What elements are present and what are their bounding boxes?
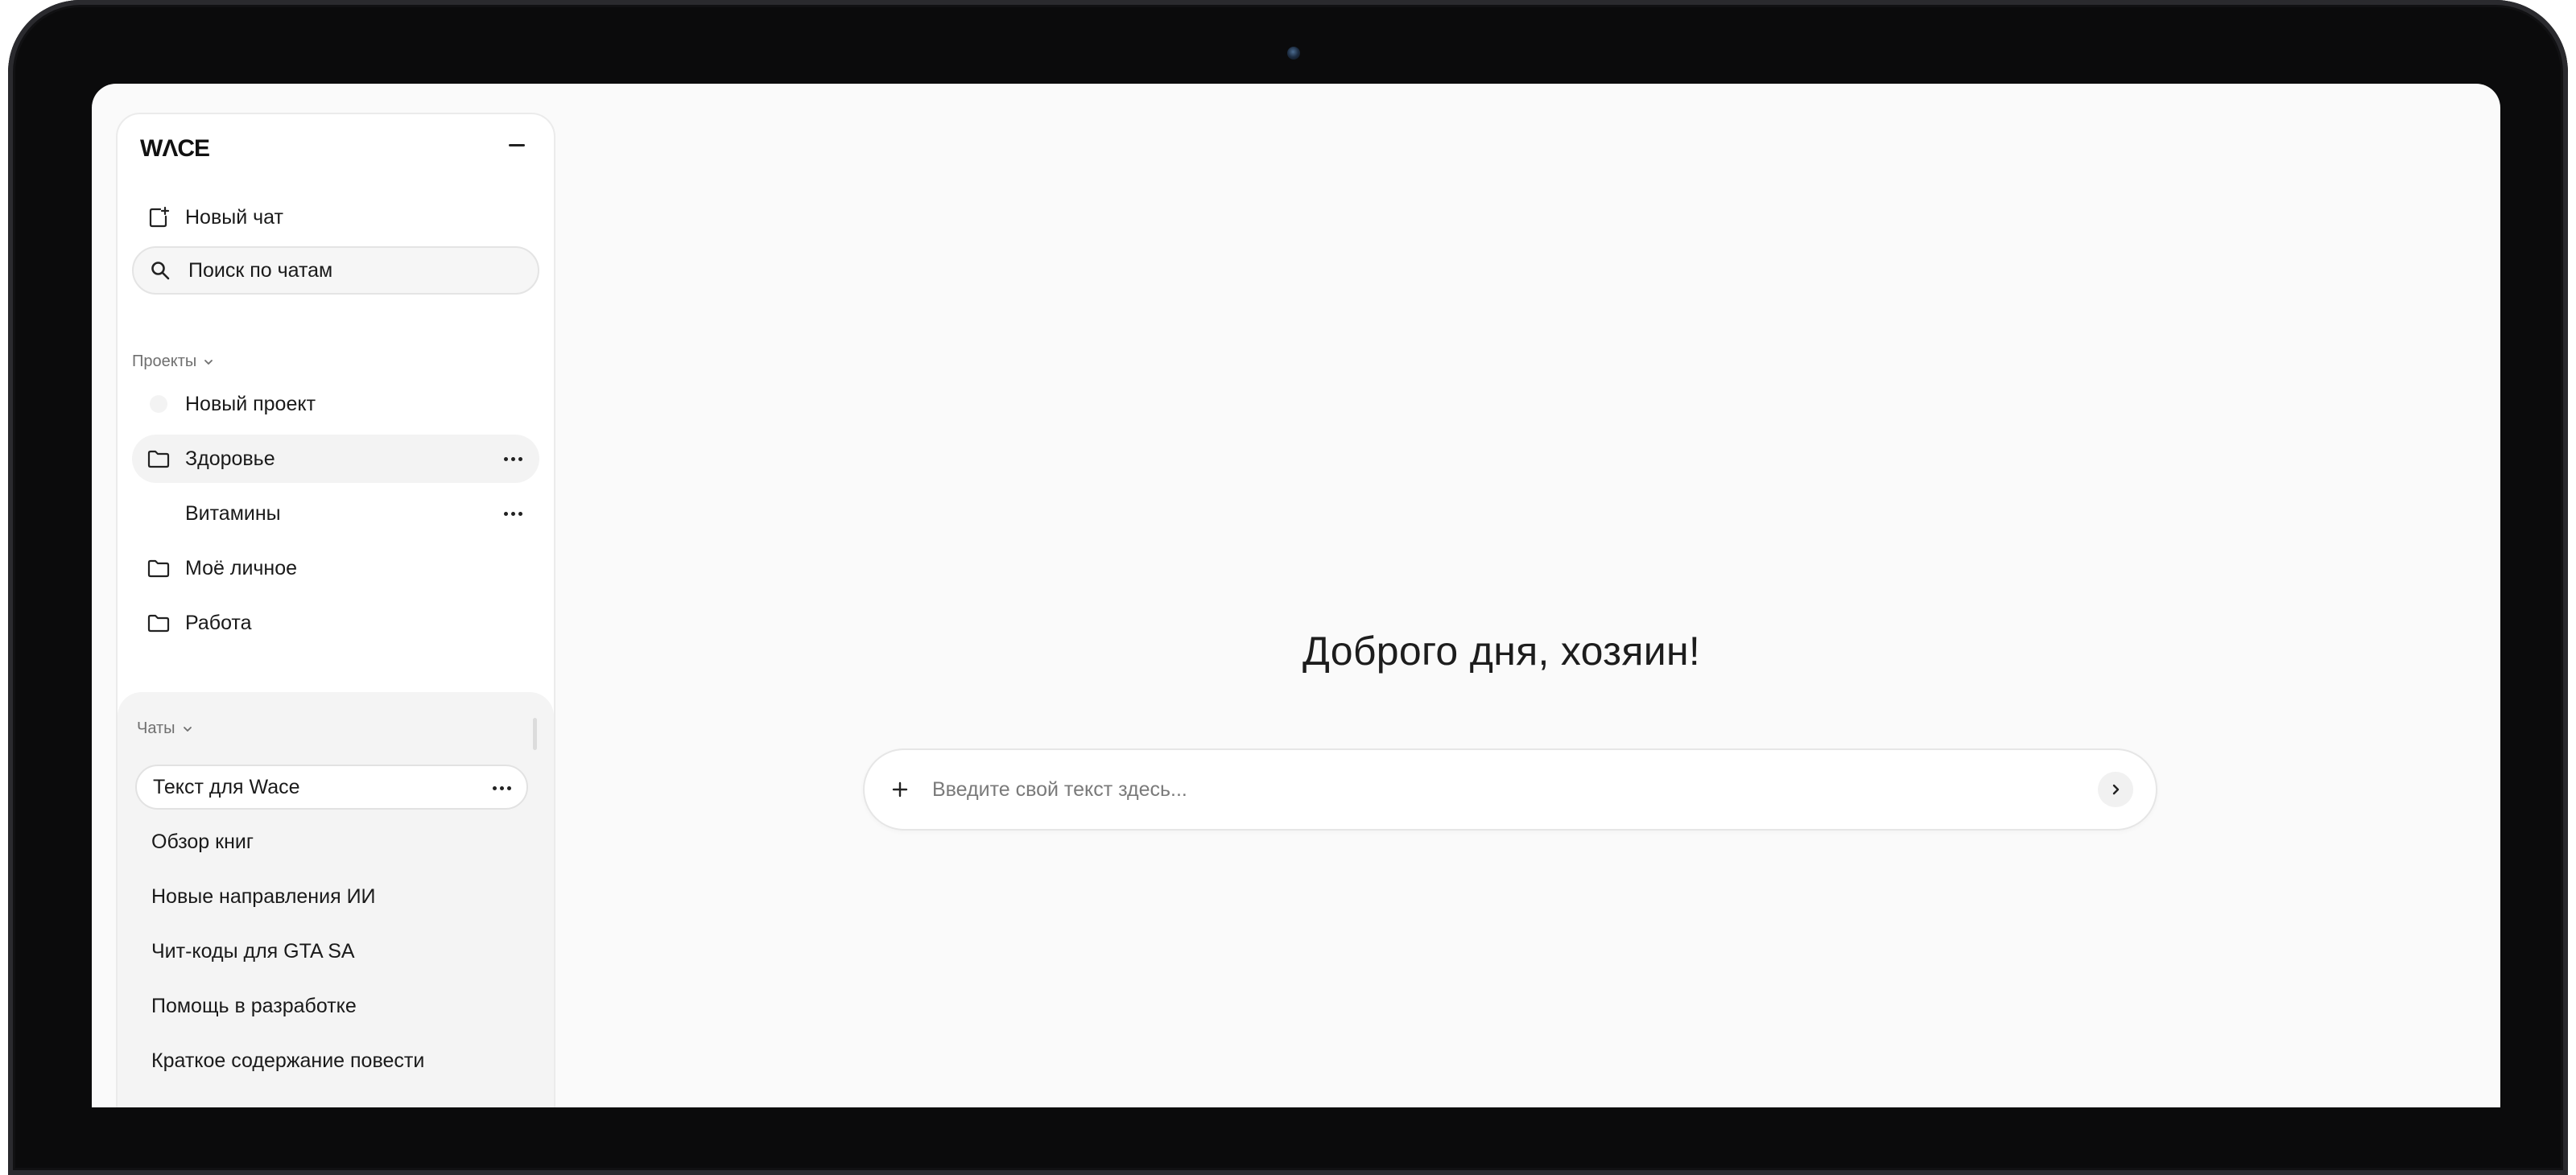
chat-label: Краткое содержание повести (151, 1049, 425, 1072)
attach-button[interactable] (882, 772, 918, 807)
folder-icon (145, 445, 172, 472)
chevron-right-icon (2112, 784, 2120, 795)
project-label: Моё личное (185, 556, 298, 579)
chevron-down-icon (182, 724, 193, 735)
greeting-heading: Доброго дня, хозяин! (1302, 629, 1701, 674)
folder-icon (145, 555, 172, 582)
message-composer (863, 748, 2157, 831)
more-dot (506, 785, 511, 790)
project-more-button[interactable] (501, 501, 525, 526)
chat-item[interactable]: Краткое содержание повести (135, 1038, 528, 1083)
minus-icon (509, 143, 525, 146)
chats-panel: Чаты Текст для Wace Обзор книг Новые нап… (118, 692, 554, 1107)
chat-label: Текст для Wace (153, 775, 300, 798)
sidebar: WΛCE Новый чат Поиск по чатам Проекты Но… (116, 113, 555, 1107)
new-chat-button[interactable]: Новый чат (132, 193, 539, 241)
project-label: Новый проект (185, 392, 316, 415)
app-screen: WΛCE Новый чат Поиск по чатам Проекты Но… (92, 84, 2500, 1107)
new-project-icon (145, 390, 172, 418)
chats-section-toggle[interactable]: Чаты (137, 719, 193, 738)
chats-label: Чаты (137, 719, 175, 737)
project-item-vitamins[interactable]: Витамины (132, 489, 539, 538)
project-item-personal[interactable]: Моё личное (132, 544, 539, 592)
chat-item[interactable]: Новые направления ИИ (135, 874, 528, 919)
new-chat-icon (145, 204, 172, 231)
blank-icon (145, 500, 172, 527)
project-label: Работа (185, 611, 252, 634)
chat-more-button[interactable] (489, 776, 514, 800)
project-item-new[interactable]: Новый проект (132, 380, 539, 428)
chats-scrollbar[interactable] (533, 718, 537, 750)
more-dot (510, 511, 515, 516)
chat-label: Чит-коды для GTA SA (151, 939, 355, 963)
more-dot (492, 785, 497, 790)
more-dot (518, 456, 522, 461)
device-frame: WΛCE Новый чат Поиск по чатам Проекты Но… (8, 0, 2568, 1175)
chat-label: Новые направления ИИ (151, 884, 376, 908)
chat-item[interactable]: Чит-коды для GTA SA (135, 929, 528, 974)
more-dot (503, 456, 508, 461)
project-item-work[interactable]: Работа (132, 599, 539, 647)
more-dot (503, 511, 508, 516)
chat-item[interactable]: Текст для Wace (135, 765, 528, 810)
chat-label: Помощь в разработке (151, 994, 357, 1017)
chat-item[interactable]: Помощь в разработке (135, 983, 528, 1029)
project-label: Здоровье (185, 447, 275, 470)
search-input[interactable] (187, 258, 528, 283)
app-logo: WΛCE (140, 135, 210, 162)
project-item-health[interactable]: Здоровье (132, 435, 539, 483)
plus-icon (892, 781, 908, 798)
more-dot (499, 785, 504, 790)
message-input[interactable] (931, 777, 2098, 802)
chat-item[interactable]: Обзор книг (135, 819, 528, 864)
camera-dot (1287, 47, 1300, 60)
folder-icon (145, 609, 172, 637)
chat-label: Обзор книг (151, 830, 254, 853)
chevron-down-icon (203, 357, 214, 368)
new-chat-label: Новый чат (185, 205, 283, 229)
search-icon (147, 257, 174, 284)
collapse-sidebar-button[interactable] (502, 130, 531, 159)
projects-section-toggle[interactable]: Проекты (132, 352, 214, 371)
projects-label: Проекты (132, 352, 197, 370)
project-label: Витамины (185, 501, 281, 525)
more-dot (510, 456, 515, 461)
send-button[interactable] (2098, 772, 2133, 807)
search-chats (132, 246, 539, 295)
more-dot (518, 511, 522, 516)
project-more-button[interactable] (501, 447, 525, 471)
